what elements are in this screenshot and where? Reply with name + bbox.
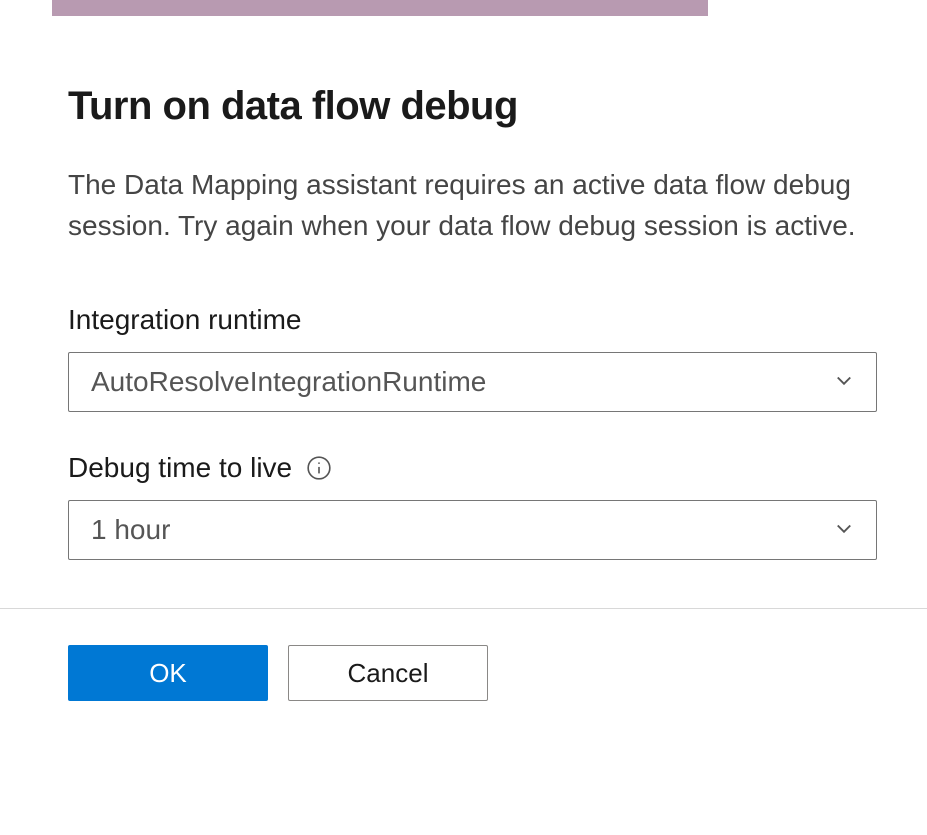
info-icon[interactable] (306, 455, 332, 481)
debug-ttl-label: Debug time to live (68, 452, 877, 484)
chevron-down-icon (834, 518, 854, 543)
integration-runtime-select[interactable]: AutoResolveIntegrationRuntime (68, 352, 877, 412)
chevron-down-icon (834, 370, 854, 395)
integration-runtime-label: Integration runtime (68, 304, 877, 336)
dialog-content: Turn on data flow debug The Data Mapping… (0, 16, 927, 560)
dialog-title: Turn on data flow debug (68, 84, 877, 129)
debug-ttl-label-text: Debug time to live (68, 452, 292, 484)
integration-runtime-label-text: Integration runtime (68, 304, 301, 336)
cancel-button[interactable]: Cancel (288, 645, 488, 701)
ok-button[interactable]: OK (68, 645, 268, 701)
dialog-description: The Data Mapping assistant requires an a… (68, 165, 877, 246)
debug-ttl-select[interactable]: 1 hour (68, 500, 877, 560)
debug-ttl-field: Debug time to live 1 hour (68, 452, 877, 560)
debug-ttl-value: 1 hour (91, 514, 170, 546)
loading-bar (52, 0, 708, 16)
dialog-buttons: OK Cancel (0, 609, 927, 701)
integration-runtime-field: Integration runtime AutoResolveIntegrati… (68, 304, 877, 412)
integration-runtime-value: AutoResolveIntegrationRuntime (91, 366, 486, 398)
